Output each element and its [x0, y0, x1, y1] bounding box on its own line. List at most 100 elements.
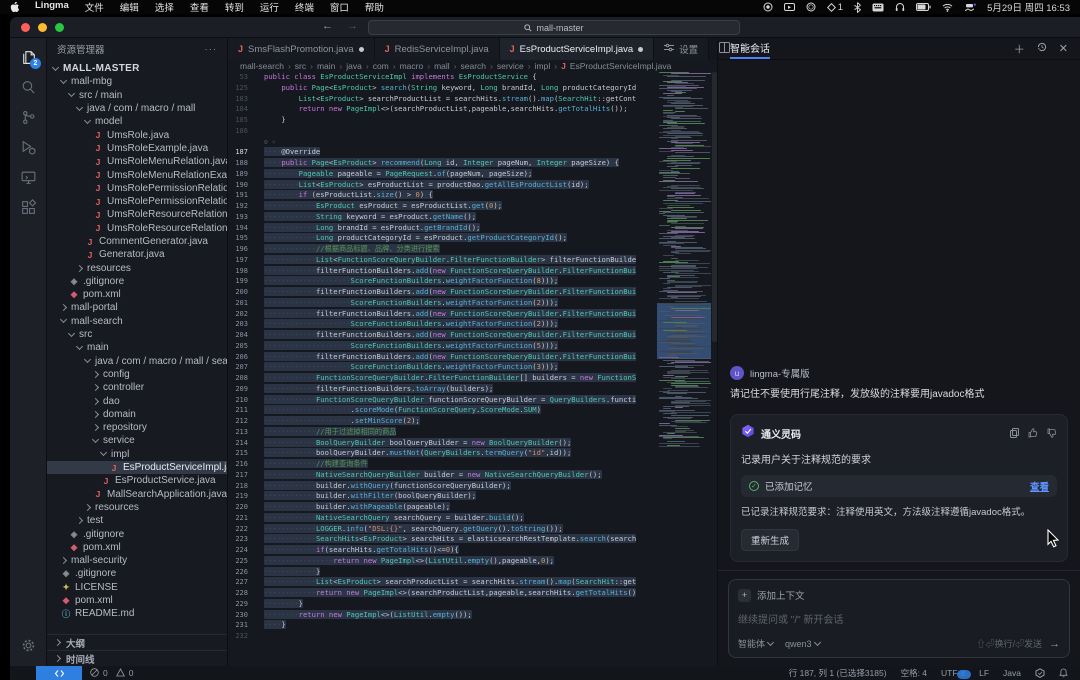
menu-item-9[interactable]: 帮助 [365, 0, 384, 14]
tree-file[interactable]: ◆ pom.xml [47, 541, 227, 554]
chat-tab[interactable]: 智能会话 [730, 40, 770, 59]
tree-file[interactable]: J EsProductService.java [47, 474, 227, 487]
breadcrumb-item[interactable]: java [346, 61, 362, 71]
scope-count-icon[interactable]: 1 [826, 2, 843, 13]
code-line[interactable]: 188 ····public Page<EsProduct> recommend(… [228, 158, 655, 169]
code-line[interactable]: 217 ············NativeSearchQueryBuilder … [228, 469, 655, 481]
breadcrumb-item[interactable]: service [497, 61, 524, 71]
regenerate-button[interactable]: 重新生成 [741, 529, 800, 551]
wifi-icon[interactable] [942, 3, 953, 12]
chat-input-box[interactable]: + 添加上下文 继续提问或 "/" 新开会话 智能体 qwen3 ⇧⏎换行/⏎发… [728, 579, 1070, 658]
lingma-status-icon[interactable] [1035, 668, 1045, 678]
tree-file[interactable]: J UmsRoleMenuRelation.java [47, 155, 227, 168]
thumbs-down-icon[interactable] [1047, 425, 1057, 443]
code-line[interactable]: 231 ····} [228, 620, 655, 631]
add-context-button[interactable]: + 添加上下文 [738, 588, 1060, 602]
breadcrumb-item[interactable]: macro [400, 61, 424, 71]
menu-item-4[interactable]: 查看 [190, 0, 209, 14]
code-line[interactable]: 200 ············filterFunctionBuilders.ad… [228, 287, 655, 298]
code-line[interactable]: 230 ········return new PageImpl<>(ListUti… [228, 609, 655, 621]
chat-history-icon[interactable] [1037, 42, 1047, 55]
tree-file[interactable]: ✦ LICENSE [47, 581, 227, 594]
activity-run-and-debug-icon[interactable] [13, 134, 43, 160]
tree-file[interactable]: ⓘ README.md [47, 607, 227, 620]
timeline-section[interactable]: 时间线 [47, 650, 227, 666]
new-chat-icon[interactable]: ＋ [1014, 41, 1025, 57]
activity-explorer-icon[interactable]: 2 [13, 44, 43, 70]
breadcrumb-item[interactable]: EsProductServiceImpl.java [570, 61, 672, 71]
code-line[interactable]: 197 ············List<FunctionScoreQueryBu… [228, 254, 655, 266]
tree-folder[interactable]: config [47, 368, 227, 381]
breadcrumb-item[interactable]: mall [434, 61, 450, 71]
code-line[interactable]: 185 } [228, 115, 655, 126]
agent-selector[interactable]: 智能体 [738, 637, 775, 650]
tree-file[interactable]: ◆ pom.xml [47, 594, 227, 607]
code-line[interactable]: 183 List<EsProduct> searchProductList = … [228, 94, 655, 105]
view-memory-link[interactable]: 查看 [1030, 479, 1049, 493]
status-circle-icon[interactable] [806, 2, 816, 12]
errors-icon[interactable] [90, 667, 99, 679]
tree-folder[interactable]: resources [47, 261, 227, 274]
status-segment-0[interactable]: 行 187, 列 1 (已选择3185) [789, 667, 887, 679]
tree-file[interactable]: J CommentGenerator.java [47, 235, 227, 248]
battery-icon[interactable] [916, 3, 931, 11]
command-center-search[interactable]: mall-master [368, 20, 740, 35]
tree-file[interactable]: J UmsRoleMenuRelationExample.java [47, 168, 227, 181]
editor-tab-0[interactable]: J SmsFlashPromotion.java [228, 38, 375, 60]
menu-item-5[interactable]: 转到 [225, 0, 244, 14]
activity-search-icon[interactable] [13, 74, 43, 100]
menu-item-6[interactable]: 运行 [260, 0, 279, 14]
code-line[interactable]: 225 ················return new PageImpl<>… [228, 555, 655, 567]
code-line[interactable]: 210 ············FunctionScoreQueryBuilder… [228, 394, 655, 406]
editor-tab-3[interactable]: 设置 [654, 38, 710, 60]
chat-input-placeholder[interactable]: 继续提问或 "/" 新开会话 [738, 611, 1060, 626]
code-line[interactable]: 125 public Page<EsProduct> search(String… [228, 83, 655, 94]
tree-file[interactable]: J Generator.java [47, 248, 227, 261]
tree-file[interactable]: J UmsRolePermissionRelation.java [47, 182, 227, 195]
code-line[interactable]: 195 ············Long productCategoryId = … [228, 233, 655, 244]
warnings-icon[interactable] [115, 667, 125, 679]
code-line[interactable]: 214 ············BoolQueryBuilder boolQuer… [228, 437, 655, 449]
menu-bar-clock[interactable]: 5月29日 周四 16:53 [987, 0, 1070, 14]
tree-file[interactable]: J UmsRoleResourceRelationExample.j... [47, 222, 227, 235]
tree-folder[interactable]: mall-search [47, 315, 227, 328]
breadcrumb-item[interactable]: search [461, 61, 487, 71]
editor-tab-2[interactable]: J EsProductServiceImpl.java [499, 38, 655, 60]
tree-file[interactable]: J UmsRolePermissionRelationExample... [47, 195, 227, 208]
tree-folder[interactable]: MALL-MASTER [47, 62, 227, 75]
editor-tab-1[interactable]: J RedisServiceImpl.java [374, 38, 500, 60]
screen-mirroring-icon[interactable] [783, 2, 795, 12]
tree-folder[interactable]: java / com / macro / mall [47, 102, 227, 115]
tree-file[interactable]: J UmsRole.java [47, 128, 227, 141]
code-line[interactable]: 220 ············builder.withPageable(page… [228, 502, 655, 513]
code-line[interactable]: 201 ····················ScoreFunctionBuil… [228, 297, 655, 309]
tree-folder[interactable]: dao [47, 394, 227, 407]
tree-file[interactable]: J EsProductServiceImpl.java [47, 460, 227, 475]
code-line[interactable]: 206 ············filterFunctionBuilders.ad… [228, 351, 655, 363]
code-line[interactable]: 224 ············if(searchHits.getTotalHit… [228, 545, 655, 556]
tree-folder[interactable]: main [47, 341, 227, 354]
code-line[interactable]: 184 return new PageImpl<>(searchProductL… [228, 104, 655, 115]
code-line[interactable]: 202 ············filterFunctionBuilders.ad… [228, 308, 655, 320]
tree-folder[interactable]: mall-portal [47, 301, 227, 314]
model-selector[interactable]: qwen3 [785, 638, 821, 649]
status-segment-1[interactable]: 空格: 4 [901, 667, 927, 679]
menu-item-7[interactable]: 终端 [295, 0, 314, 14]
thumbs-up-icon[interactable] [1028, 425, 1038, 443]
tree-file[interactable]: ◈ .gitignore [47, 567, 227, 580]
explorer-more-actions-icon[interactable]: ··· [205, 44, 218, 55]
breadcrumb-item[interactable]: src [295, 61, 306, 71]
tree-folder[interactable]: repository [47, 421, 227, 434]
code-line[interactable]: 227 ············List<EsProduct> searchPro… [228, 577, 655, 588]
code-line[interactable]: 205 ····················ScoreFunctionBuil… [228, 340, 655, 352]
code-line[interactable]: 219 ············builder.withFilter(boolQu… [228, 491, 655, 502]
maximize-window-button[interactable] [55, 23, 64, 32]
tree-folder[interactable]: src / main [47, 89, 227, 102]
close-window-button[interactable] [21, 23, 30, 32]
code-line[interactable]: 213 ············//用于过滤掉相同的商品 [228, 426, 655, 438]
code-line[interactable]: 226 ············} [228, 566, 655, 578]
keyboard-icon[interactable] [872, 3, 884, 12]
tree-file[interactable]: J MallSearchApplication.java [47, 488, 227, 501]
apple-logo-icon[interactable] [10, 1, 20, 13]
code-line[interactable]: 198 ············filterFunctionBuilders.ad… [228, 265, 655, 277]
